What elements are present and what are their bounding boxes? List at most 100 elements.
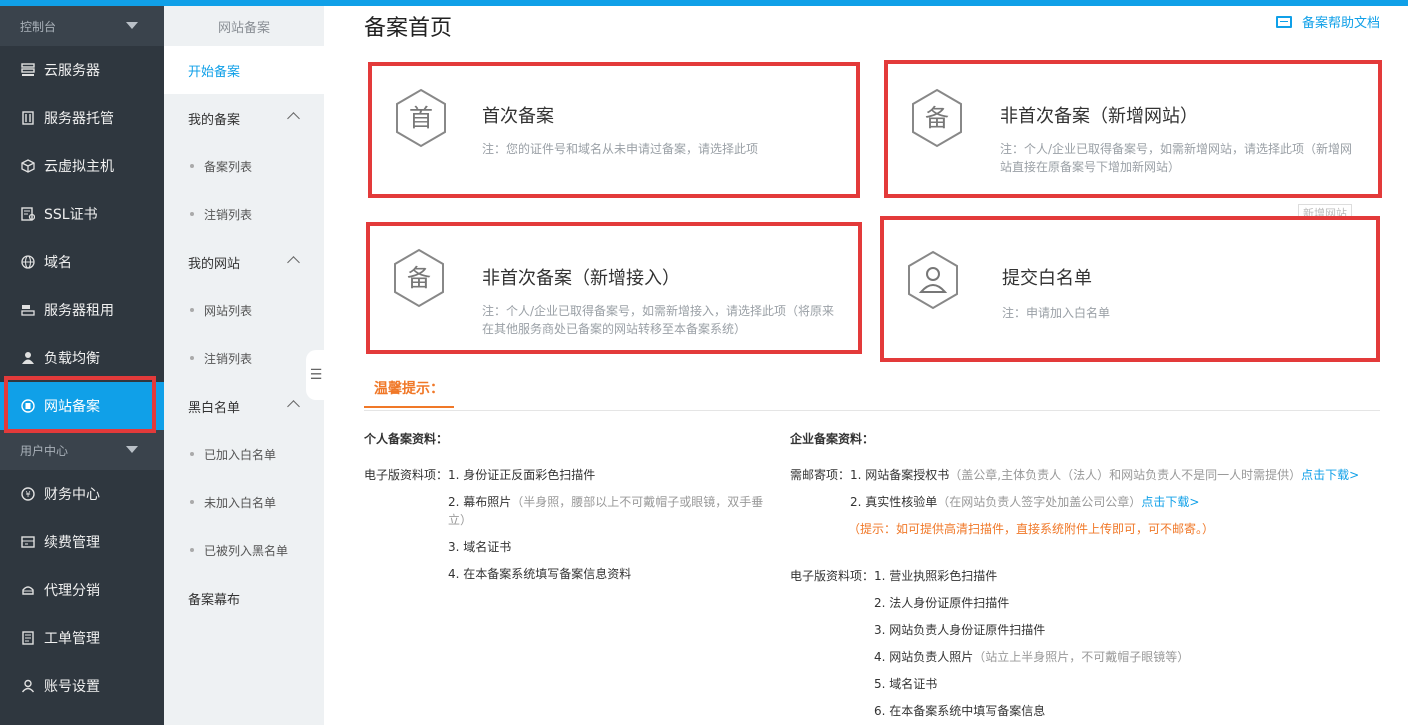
subnav-item-whitelisted[interactable]: 已加入白名单 xyxy=(164,430,324,478)
finance-icon: ¥ xyxy=(20,486,36,502)
subnav-item-blacklisted[interactable]: 已被列入黑名单 xyxy=(164,526,324,574)
subnav-item-label: 已加入白名单 xyxy=(204,447,277,462)
item-text: 在本备案系统中填写备案信息 xyxy=(889,704,1046,718)
sidebar-item-load-balance[interactable]: 负载均衡 xyxy=(0,334,164,382)
renew-icon xyxy=(20,534,36,550)
collapse-subnav-button[interactable]: ☰ xyxy=(306,350,326,400)
help-doc-link[interactable]: 备案帮助文档 xyxy=(1275,12,1380,31)
sidebar-item-ticket[interactable]: 工单管理 xyxy=(0,614,164,662)
item-text: 法人身份证原件扫描件 xyxy=(889,596,1010,610)
personal-materials: 个人备案资料： 电子版资料项： 1. 身份证正反面彩色扫描件 2. 幕布照片（半… xyxy=(364,430,774,600)
chevron-up-icon xyxy=(287,112,300,125)
svg-text:备: 备 xyxy=(407,264,431,292)
personal-e-label: 电子版资料项： xyxy=(364,468,449,482)
subnav-item-cancel-list[interactable]: 注销列表 xyxy=(164,190,324,238)
subnav-item-website-list[interactable]: 网站列表 xyxy=(164,286,324,334)
subnav-group-label: 备案幕布 xyxy=(188,592,241,608)
item-number: 6. xyxy=(874,704,886,718)
company-e-item: 3. 网站负责人身份证原件扫描件 xyxy=(874,621,1045,638)
card-title: 非首次备案（新增接入） xyxy=(482,268,680,289)
item-number: 4. xyxy=(874,650,886,664)
console-label: 控制台 xyxy=(20,19,57,34)
company-e-item: 5. 域名证书 xyxy=(874,675,937,692)
subnav-item-label: 已被列入黑名单 xyxy=(204,543,289,558)
item-number: 4. xyxy=(448,567,460,581)
company-e-item: 2. 法人身份证原件扫描件 xyxy=(874,594,1009,611)
bullet-dot xyxy=(190,308,194,312)
subnav-group-label: 黑白名单 xyxy=(188,400,241,416)
item-number: 3. xyxy=(448,540,460,554)
sidebar-item-label: 代理分销 xyxy=(44,583,100,599)
sidebar-item-hosting[interactable]: 服务器托管 xyxy=(0,94,164,142)
card-new-website[interactable]: 备 非首次备案（新增网站） 注：个人/企业已取得备案号，如需新增网站，请选择此项… xyxy=(884,60,1382,198)
company-mail-label: 需邮寄项： xyxy=(790,468,851,482)
card-note: 注：个人/企业已取得备案号，如需新增接入，请选择此项（将原来在其他服务商处已备案… xyxy=(482,304,835,336)
download-link[interactable]: 点击下载> xyxy=(1301,468,1359,482)
subnav-title: 网站备案 xyxy=(217,20,270,36)
hosting-icon xyxy=(20,110,36,126)
card-note: 注：申请加入白名单 xyxy=(1002,306,1111,320)
card-whitelist[interactable]: 提交白名单 注：申请加入白名单 xyxy=(880,216,1380,362)
item-text: 幕布照片 xyxy=(463,495,512,509)
company-e-item: 4. 网站负责人照片（站立上半身照片，不可戴帽子眼镜等） xyxy=(874,648,1189,665)
item-extra: （站立上半身照片，不可戴帽子眼镜等） xyxy=(973,650,1190,664)
sidebar-item-agent[interactable]: 代理分销 xyxy=(0,566,164,614)
new-website-icon: 备 xyxy=(912,88,962,148)
subnav-group-my-website[interactable]: 我的网站 xyxy=(164,238,324,286)
bullet-dot xyxy=(190,212,194,216)
subnav-group-label: 我的网站 xyxy=(188,256,241,272)
server-icon xyxy=(20,62,36,78)
sidebar-item-ssl[interactable]: SSL证书 xyxy=(0,190,164,238)
user-icon xyxy=(908,250,958,310)
company-heading: 企业备案资料： xyxy=(790,432,875,446)
item-number: 2. xyxy=(850,495,862,509)
subnav-item-label: 注销列表 xyxy=(204,351,253,366)
item-text: 在本备案系统填写备案信息资料 xyxy=(463,567,632,581)
item-number: 5. xyxy=(874,677,886,691)
tab-divider xyxy=(364,410,1380,411)
card-title: 提交白名单 xyxy=(1002,268,1092,289)
personal-item: 1. 身份证正反面彩色扫描件 xyxy=(448,466,595,483)
sidebar-item-domain[interactable]: 域名 xyxy=(0,238,164,286)
item-text: 网站负责人身份证原件扫描件 xyxy=(889,623,1046,637)
card-new-access[interactable]: 备 非首次备案（新增接入） 注：个人/企业已取得备案号，如需新增接入，请选择此项… xyxy=(366,222,862,354)
company-e-item: 1. 营业执照彩色扫描件 xyxy=(874,567,997,584)
user-center-section[interactable]: 用户中心 xyxy=(0,430,164,470)
caret-down-icon xyxy=(126,22,138,29)
subnav-item-record-list[interactable]: 备案列表 xyxy=(164,142,324,190)
mail-tip: （提示：如可提供高清扫描件，直接系统附件上传即可，可不邮寄。） xyxy=(848,522,1215,536)
subnav-item-not-whitelisted[interactable]: 未加入白名单 xyxy=(164,478,324,526)
card-first-record[interactable]: 首 首次备案 注：您的证件号和域名从未申请过备案，请选择此项 xyxy=(368,62,860,198)
sidebar-item-renew[interactable]: 续费管理 xyxy=(0,518,164,566)
sidebar-item-finance[interactable]: ¥ 财务中心 xyxy=(0,470,164,518)
bullet-dot xyxy=(190,548,194,552)
card-title: 首次备案 xyxy=(482,106,554,127)
bullet-dot xyxy=(190,164,194,168)
sidebar-item-label: 服务器托管 xyxy=(44,111,114,127)
personal-item: 4. 在本备案系统填写备案信息资料 xyxy=(448,565,631,582)
item-text: 域名证书 xyxy=(463,540,512,554)
download-link[interactable]: 点击下载> xyxy=(1141,495,1199,509)
folder-icon xyxy=(1275,15,1292,28)
item-text: 身份证正反面彩色扫描件 xyxy=(463,468,596,482)
personal-heading: 个人备案资料： xyxy=(364,432,449,446)
page-title: 备案首页 xyxy=(364,16,453,41)
card-note: 注：个人/企业已取得备案号，如需新增网站，请选择此项（新增网站直接在原备案号下增… xyxy=(1000,142,1353,174)
first-record-icon: 首 xyxy=(396,88,446,148)
sidebar-item-account[interactable]: 账号设置 xyxy=(0,662,164,710)
subnav-group-black-white-list[interactable]: 黑白名单 xyxy=(164,382,324,430)
tab-warm-tips[interactable]: 温馨提示： xyxy=(364,378,454,408)
sidebar-item-label: 账号设置 xyxy=(44,679,100,695)
sidebar-item-cloud-server[interactable]: 云服务器 xyxy=(0,46,164,94)
subnav-item-website-cancel-list[interactable]: 注销列表 xyxy=(164,334,324,382)
subnav-group-my-record[interactable]: 我的备案 xyxy=(164,94,324,142)
sidebar-item-virtual-host[interactable]: 云虚拟主机 xyxy=(0,142,164,190)
item-number: 2. xyxy=(874,596,886,610)
sidebar-item-label: 财务中心 xyxy=(44,487,100,503)
sidebar-item-server-rent[interactable]: 服务器租用 xyxy=(0,286,164,334)
subnav-start-record[interactable]: 开始备案 xyxy=(164,46,324,94)
console-section[interactable]: 控制台 xyxy=(0,6,164,46)
subnav-item-curtain[interactable]: 备案幕布 xyxy=(164,574,324,622)
main-sidebar: 控制台 云服务器 服务器托管 云虚拟主机 SSL证书 域名 服务器租用 负载均衡… xyxy=(0,6,164,725)
card-note: 注：您的证件号和域名从未申请过备案，请选择此项 xyxy=(482,142,759,156)
